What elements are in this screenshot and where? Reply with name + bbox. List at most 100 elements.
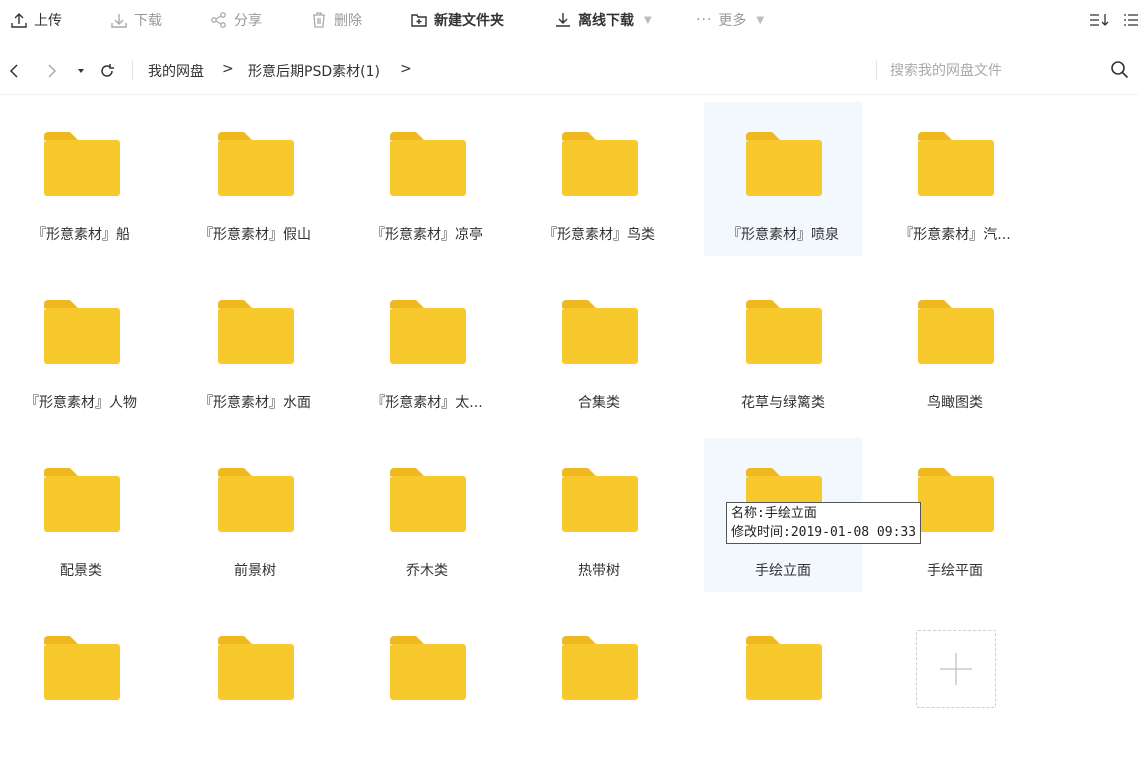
delete-label: 删除 xyxy=(334,13,362,29)
download-label: 下载 xyxy=(134,13,162,29)
sort-button[interactable] xyxy=(1088,9,1110,31)
plus-icon xyxy=(940,653,972,685)
folder-icon xyxy=(218,468,294,532)
tooltip-modified-time: 修改时间:2019-01-08 09:33 xyxy=(731,525,917,540)
upload-icon xyxy=(11,13,27,28)
folder-name: 鸟瞰图类 xyxy=(927,395,983,411)
folder-name: 『形意素材』汽... xyxy=(899,227,1011,243)
folder-item[interactable]: 『形意素材』鸟类 xyxy=(520,102,678,256)
divider xyxy=(876,60,877,80)
folder-icon xyxy=(44,468,120,532)
folder-item[interactable]: 『形意素材』水面 xyxy=(176,270,334,424)
folder-icon xyxy=(918,300,994,364)
breadcrumb-current[interactable]: 形意后期PSD素材(1) xyxy=(248,61,380,81)
folder-name: 手绘立面 xyxy=(755,563,811,579)
refresh-button[interactable] xyxy=(98,60,116,82)
share-button[interactable]: 分享 xyxy=(210,9,262,31)
new-folder-button[interactable]: 新建文件夹 xyxy=(410,9,504,31)
folder-item[interactable]: 前景树 xyxy=(176,438,334,592)
folder-icon xyxy=(44,300,120,364)
offline-download-label: 离线下载 xyxy=(578,13,634,29)
chevron-left-icon xyxy=(9,64,18,78)
breadcrumb-root[interactable]: 我的网盘 xyxy=(148,61,204,81)
folder-item[interactable]: 『形意素材』汽... xyxy=(876,102,1034,256)
folder-item[interactable]: 乔木类 xyxy=(348,438,506,592)
folder-icon xyxy=(390,468,466,532)
search-button[interactable] xyxy=(1108,58,1132,82)
folder-item[interactable]: 鸟瞰图类 xyxy=(876,270,1034,424)
trash-icon xyxy=(313,12,325,28)
folder-item[interactable]: 『形意素材』人物 xyxy=(2,270,160,424)
folder-name: 『形意素材』水面 xyxy=(199,395,311,411)
download-button[interactable]: 下载 xyxy=(110,9,162,31)
folder-icon xyxy=(218,300,294,364)
folder-icon xyxy=(562,468,638,532)
forward-button[interactable] xyxy=(44,60,58,82)
new-folder-icon xyxy=(411,14,427,27)
add-new-tile[interactable] xyxy=(916,630,996,708)
folder-name: 热带树 xyxy=(578,563,620,579)
folder-item[interactable]: 『形意素材』喷泉 xyxy=(704,102,862,256)
folder-item[interactable] xyxy=(176,606,334,760)
divider xyxy=(132,60,133,80)
folder-name: 乔木类 xyxy=(406,563,448,579)
search-icon xyxy=(1111,61,1129,79)
file-grid: 『形意素材』船 『形意素材』假山 『形意素材』凉亭 『形意素材』鸟类 『形意素材』喷泉『… xyxy=(0,102,1138,708)
folder-icon xyxy=(390,132,466,196)
folder-item[interactable]: 热带树 xyxy=(520,438,678,592)
folder-name: 合集类 xyxy=(578,395,620,411)
folder-icon xyxy=(562,300,638,364)
upload-label: 上传 xyxy=(34,13,62,29)
search-input[interactable] xyxy=(888,58,1092,84)
folder-icon xyxy=(390,300,466,364)
folder-item[interactable]: 合集类 xyxy=(520,270,678,424)
folder-icon xyxy=(562,132,638,196)
caret-down-icon xyxy=(78,69,84,73)
folder-item[interactable] xyxy=(520,606,678,760)
folder-item[interactable]: 『形意素材』船 xyxy=(2,102,160,256)
offline-download-icon xyxy=(556,13,570,27)
back-button[interactable] xyxy=(8,60,22,82)
download-icon xyxy=(111,14,127,28)
folder-icon xyxy=(44,132,120,196)
folder-icon xyxy=(746,132,822,196)
more-dots-icon: ··· xyxy=(696,12,713,28)
sort-icon xyxy=(1090,14,1109,26)
folder-item[interactable]: 『形意素材』假山 xyxy=(176,102,334,256)
folder-name: 前景树 xyxy=(234,563,276,579)
offline-download-button[interactable]: 离线下载 ▼ xyxy=(554,9,652,31)
upload-button[interactable]: 上传 xyxy=(10,9,62,31)
more-button[interactable]: ··· 更多 ▼ xyxy=(696,9,764,31)
breadcrumb-separator: > xyxy=(222,61,234,77)
chevron-down-icon: ▼ xyxy=(756,14,765,26)
breadcrumb-separator: > xyxy=(400,61,412,77)
folder-item[interactable] xyxy=(2,606,160,760)
folder-item[interactable]: 配景类 xyxy=(2,438,160,592)
delete-button[interactable]: 删除 xyxy=(310,9,362,31)
share-icon xyxy=(211,12,226,28)
list-view-icon xyxy=(1124,14,1138,26)
folder-item[interactable]: 『形意素材』凉亭 xyxy=(348,102,506,256)
folder-item[interactable]: 『形意素材』太... xyxy=(348,270,506,424)
address-bar: 我的网盘 > 形意后期PSD素材(1) > xyxy=(0,48,1138,95)
folder-name: 『形意素材』凉亭 xyxy=(371,227,483,243)
folder-name: 『形意素材』鸟类 xyxy=(543,227,655,243)
chevron-right-icon xyxy=(48,64,57,78)
folder-name: 手绘平面 xyxy=(927,563,983,579)
tooltip-name: 名称:手绘立面 xyxy=(731,506,817,521)
folder-item[interactable] xyxy=(704,606,862,760)
folder-item[interactable]: 花草与绿篱类 xyxy=(704,270,862,424)
folder-icon xyxy=(746,300,822,364)
folder-item[interactable] xyxy=(348,606,506,760)
folder-name: 『形意素材』船 xyxy=(32,227,130,243)
folder-name: 花草与绿篱类 xyxy=(741,395,825,411)
refresh-icon xyxy=(101,64,114,77)
folder-icon xyxy=(390,636,466,700)
folder-icon xyxy=(918,132,994,196)
view-toggle-button[interactable] xyxy=(1122,9,1138,31)
folder-icon xyxy=(746,636,822,700)
folder-name: 『形意素材』假山 xyxy=(199,227,311,243)
folder-name: 『形意素材』人物 xyxy=(25,395,137,411)
history-dropdown[interactable] xyxy=(76,60,86,82)
folder-name: 配景类 xyxy=(60,563,102,579)
